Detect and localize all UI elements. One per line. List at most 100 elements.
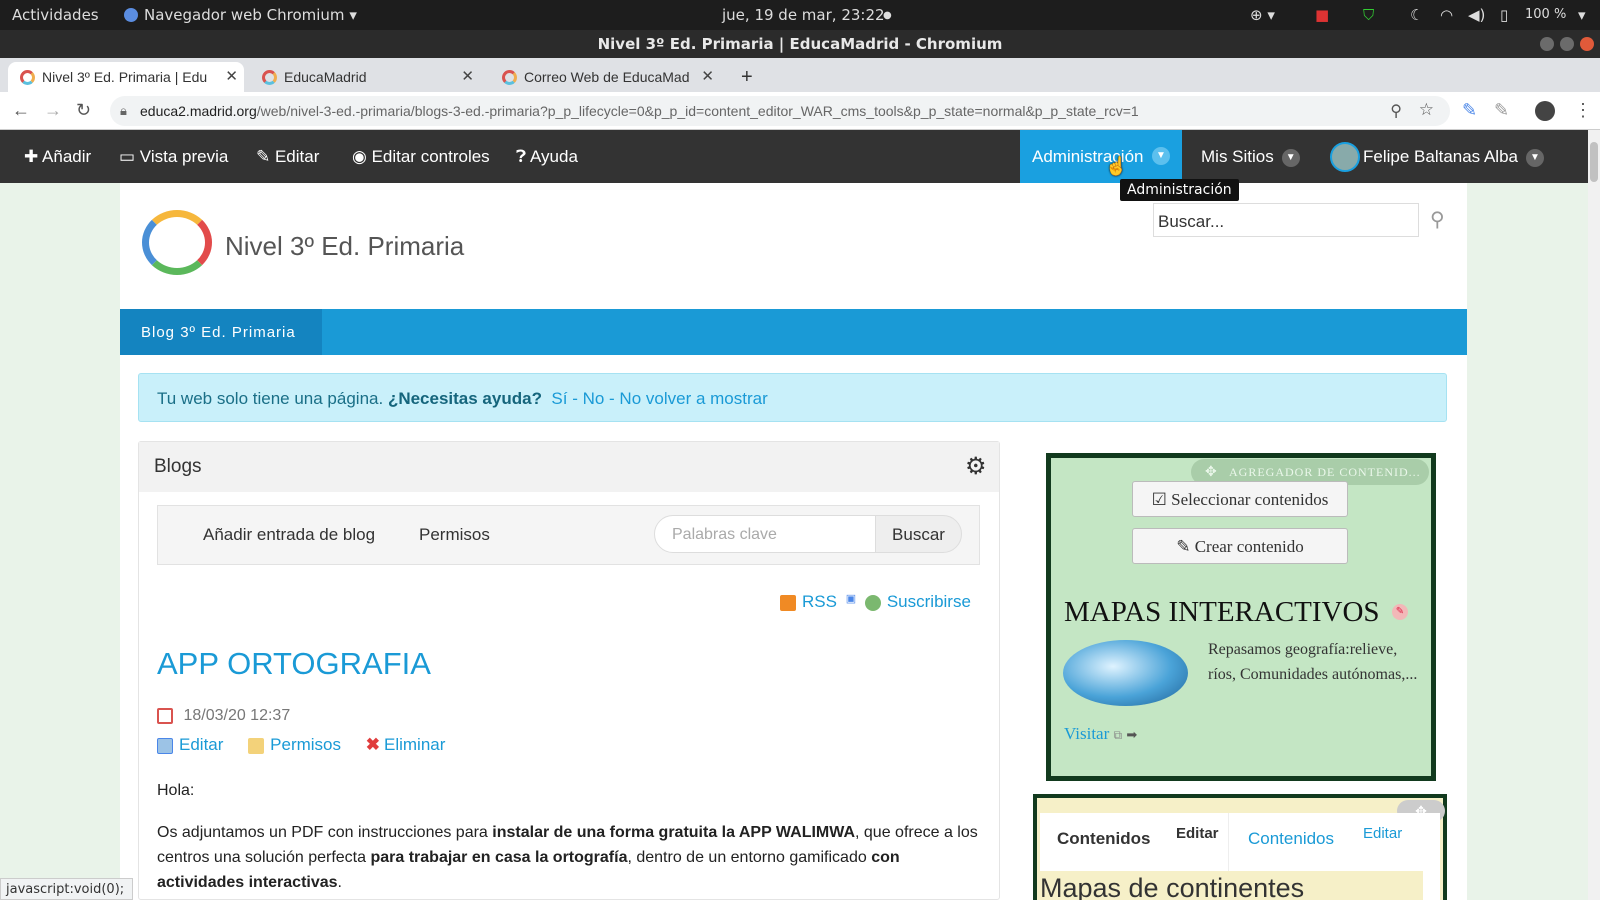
world-map-thumbnail[interactable]: [1063, 640, 1188, 706]
extension-pen-icon[interactable]: ✎: [1462, 100, 1477, 121]
entry-body: Hola: Os adjuntamos un PDF con instrucci…: [157, 778, 982, 895]
close-tab-icon[interactable]: ✕: [225, 62, 238, 92]
tab-label: Correo Web de EducaMad: [524, 69, 690, 85]
site-name[interactable]: Nivel 3º Ed. Primaria: [225, 231, 464, 262]
user-avatar[interactable]: [1330, 142, 1360, 172]
page-scrollbar[interactable]: [1588, 130, 1600, 900]
blog-permissions-button[interactable]: Permisos: [419, 525, 490, 545]
tab-label: Nivel 3º Ed. Primaria | Edu: [42, 69, 208, 85]
entry-paragraph: Os adjuntamos un PDF con instrucciones p…: [157, 824, 978, 891]
window-title-bar: Nivel 3º Ed. Primaria | EducaMadrid - Ch…: [0, 30, 1600, 58]
delete-icon: ✖: [365, 735, 380, 754]
select-contents-button[interactable]: ☑ Seleccionar contenidos: [1132, 481, 1348, 517]
feed-links: RSS ▣ Suscribirse: [780, 592, 971, 612]
tab-label: EducaMadrid: [284, 69, 367, 85]
alert-never-link[interactable]: No volver a mostrar: [619, 389, 767, 408]
tab-correo[interactable]: Correo Web de EducaMad ✕: [490, 62, 720, 92]
browser-menu-icon[interactable]: ⋮: [1574, 100, 1592, 121]
new-tab-button[interactable]: +: [733, 62, 763, 92]
profile-avatar[interactable]: [1535, 101, 1555, 121]
tab-contenidos[interactable]: Contenidos: [1057, 829, 1151, 849]
maximize-icon[interactable]: [1560, 37, 1574, 51]
dockbar: ✚ Añadir ▭ Vista previa ✎ Editar ◉ Edita…: [0, 130, 1588, 183]
forward-icon[interactable]: →: [44, 100, 62, 121]
edit-controls-button[interactable]: ◉ Editar controles: [352, 147, 490, 167]
close-tab-icon[interactable]: ✕: [701, 62, 714, 92]
create-content-button[interactable]: ✎ Crear contenido: [1132, 528, 1348, 564]
tab-educamadrid[interactable]: EducaMadrid ✕: [250, 62, 480, 92]
minimize-icon[interactable]: [1540, 37, 1554, 51]
entry-delete-link[interactable]: Eliminar: [384, 735, 445, 754]
external-link-icon: ⧉: [1113, 728, 1123, 742]
rss-link[interactable]: RSS: [802, 592, 837, 611]
blog-entry-title[interactable]: APP ORTOGRAFIA: [157, 646, 431, 682]
blogs-title: Blogs: [154, 456, 202, 477]
chromium-icon: [124, 8, 138, 22]
alert-no-link[interactable]: No: [583, 389, 605, 408]
power-menu-icon[interactable]: ▾: [1578, 6, 1586, 24]
lock-icon: 🔒︎: [120, 103, 127, 118]
nav-item-blog[interactable]: Blog 3º Ed. Primaria: [120, 309, 322, 355]
entry-greeting: Hola:: [157, 782, 195, 799]
blogs-portlet-header: Blogs ⚙: [139, 442, 999, 492]
edit-link-2[interactable]: Editar: [1363, 825, 1402, 842]
alert-yes-link[interactable]: Sí: [551, 389, 567, 408]
visit-link[interactable]: Visitar ⧉ ➡: [1064, 724, 1137, 744]
admin-tooltip: Administración: [1120, 179, 1239, 201]
preview-button[interactable]: ▭ Vista previa: [119, 147, 228, 167]
entry-permissions-link[interactable]: Permisos: [270, 735, 341, 754]
shield-icon[interactable]: ⛉: [1363, 6, 1374, 24]
volume-icon[interactable]: ◀): [1468, 6, 1485, 24]
back-icon[interactable]: ←: [12, 100, 30, 121]
calendar-icon: [157, 707, 173, 724]
wifi-icon[interactable]: ◠: [1440, 6, 1453, 24]
site-search-input[interactable]: Buscar...: [1153, 203, 1419, 237]
url-text: educa2.madrid.org/web/nivel-3-ed.-primar…: [140, 103, 1139, 119]
battery-icon[interactable]: ▯: [1500, 6, 1508, 24]
aggregated-item-title[interactable]: MAPAS INTERACTIVOS: [1064, 596, 1380, 629]
blog-search-button[interactable]: Buscar: [875, 515, 962, 553]
zoom-icon[interactable]: ⚲: [1390, 101, 1402, 121]
clock[interactable]: jue, 19 de mar, 23:22: [722, 6, 885, 24]
my-sites-menu[interactable]: Mis Sitios ▼: [1201, 147, 1300, 167]
extension-icon[interactable]: ✎: [1494, 100, 1509, 121]
aggregated-item-description: Repasamos geografía:relieve, ríos, Comun…: [1208, 641, 1418, 683]
battery-level: 100 %: [1525, 7, 1567, 22]
url-bar[interactable]: 🔒︎ educa2.madrid.org/web/nivel-3-ed.-pri…: [110, 96, 1450, 126]
gear-icon[interactable]: ⚙: [965, 452, 987, 481]
edit-pencil-icon[interactable]: ✎: [1392, 604, 1408, 620]
add-blog-entry-button[interactable]: Añadir entrada de blog: [203, 525, 375, 545]
help-button[interactable]: ❓︎ Ayuda: [516, 147, 578, 167]
search-icon[interactable]: ⚲: [1430, 207, 1445, 232]
pencil-icon: ✎: [1176, 537, 1191, 556]
accessibility-icon[interactable]: ⊕ ▾: [1250, 6, 1275, 24]
add-button[interactable]: ✚ Añadir: [24, 147, 91, 167]
subscribe-link[interactable]: Suscribirse: [887, 592, 971, 611]
status-bar: javascript:void(0);: [0, 878, 133, 900]
chevron-down-icon: ▼: [1526, 148, 1544, 167]
chevron-down-icon: ▼: [1281, 148, 1300, 167]
camera-icon[interactable]: ■: [1315, 6, 1329, 24]
entry-edit-link[interactable]: Editar: [179, 735, 223, 754]
close-window-icon[interactable]: [1580, 37, 1594, 51]
activities-button[interactable]: Actividades: [12, 6, 99, 24]
keywords-input[interactable]: Palabras clave: [654, 515, 876, 553]
tab-nivel-3[interactable]: Nivel 3º Ed. Primaria | Edu ✕: [8, 62, 244, 92]
contents-heading: Mapas de continentes: [1040, 873, 1305, 900]
tab-contenidos-2[interactable]: Contenidos: [1248, 829, 1334, 849]
entry-date: 18/03/20 12:37: [157, 707, 290, 725]
app-menu[interactable]: Navegador web Chromium ▾: [124, 6, 357, 24]
help-alert: Tu web solo tiene una página. ¿Necesitas…: [138, 373, 1447, 422]
bookmark-star-icon[interactable]: ☆: [1419, 100, 1434, 120]
reload-icon[interactable]: ↻: [76, 100, 91, 121]
close-tab-icon[interactable]: ✕: [461, 62, 474, 92]
scrollbar-thumb[interactable]: [1590, 142, 1598, 182]
edit-link-1[interactable]: Editar: [1176, 825, 1219, 842]
educamadrid-favicon-icon: [262, 70, 277, 85]
admin-menu[interactable]: Administración ▼: [1020, 130, 1182, 183]
edit-button[interactable]: ✎ Editar: [256, 147, 319, 167]
user-menu[interactable]: Felipe Baltanas Alba ▼: [1363, 147, 1544, 167]
site-logo[interactable]: [142, 210, 212, 275]
move-icon: ✥: [1205, 465, 1218, 480]
night-light-icon[interactable]: ☾: [1410, 6, 1423, 24]
